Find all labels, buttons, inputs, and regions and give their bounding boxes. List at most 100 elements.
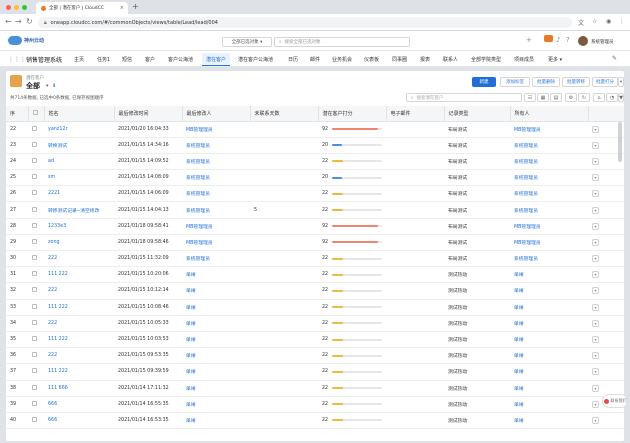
lead-name-link[interactable]: 222 — [44, 282, 114, 300]
modified-by-link[interactable]: 单靖 — [182, 266, 250, 284]
owner-link[interactable]: 系统管理员 — [510, 153, 588, 171]
notification-badge-icon[interactable] — [544, 35, 553, 42]
column-header-email[interactable]: 电子邮件 — [386, 106, 445, 122]
table-row[interactable]: 32 222 2021/01/15 10:12:14 单靖 22 测试热动 单靖 ▾ — [6, 282, 624, 300]
owner-link[interactable]: 系统管理员 — [510, 250, 588, 268]
row-checkbox[interactable] — [32, 352, 37, 358]
nav-item-lead[interactable]: 潜在客户 — [202, 53, 231, 66]
browser-tab[interactable]: 全部 | 潜在客户 | CloudCC × — [36, 2, 128, 14]
column-header-record-type[interactable]: 记录类型 — [444, 106, 511, 122]
modified-by-link[interactable]: 单靖 — [182, 347, 250, 365]
lead-name-link[interactable]: yanz12r — [44, 121, 114, 138]
column-header-modified-by[interactable]: 最后修改人 — [182, 106, 251, 122]
lead-name-link[interactable]: 1233e3 — [44, 218, 114, 235]
browser-menu-icon[interactable]: ⋮ — [619, 18, 625, 25]
row-checkbox[interactable] — [32, 174, 37, 180]
row-action-dropdown-icon[interactable]: ▾ — [592, 384, 599, 392]
help-icon[interactable]: ? — [566, 36, 570, 44]
bookmark-star-icon[interactable]: ☆ — [592, 18, 597, 25]
owner-link[interactable]: 系统管理员 — [510, 169, 588, 187]
batch-score-button[interactable]: 批量打分 — [592, 77, 618, 87]
table-row[interactable]: 30 222 2021/01/15 11:32:09 系统管理员 22 布局测试 系统管理员… — [6, 250, 624, 268]
lead-name-link[interactable]: 111 222 — [44, 299, 114, 316]
row-action-dropdown-icon[interactable]: ▾ — [592, 190, 599, 198]
row-checkbox[interactable] — [32, 336, 37, 342]
column-header-select[interactable] — [28, 106, 45, 122]
row-select[interactable] — [28, 347, 44, 365]
column-header-days[interactable]: 未联系天数 — [250, 106, 319, 122]
row-action-dropdown-icon[interactable]: ▾ — [592, 400, 599, 408]
owner-link[interactable]: 系统管理员 — [510, 137, 588, 154]
table-row[interactable]: 27 转移测试记录--清空修改 2021/01/15 14:04:13 系统管理员 5 2… — [6, 201, 624, 219]
table-row[interactable]: 31 111 222 2021/01/15 10:20:06 单靖 22 测试热动 单靖 ▾ — [6, 266, 624, 284]
table-row[interactable]: 37 111 222 2021/01/15 09:39:59 单靖 22 测试热动 单靖 ▾ — [6, 363, 624, 381]
row-action-dropdown-icon[interactable]: ▾ — [592, 206, 599, 214]
row-select[interactable] — [28, 380, 44, 397]
row-action-dropdown-icon[interactable]: ▾ — [592, 319, 599, 327]
select-all-checkbox[interactable] — [32, 109, 38, 115]
modified-by-link[interactable]: 单靖 — [182, 363, 250, 381]
column-header-score[interactable]: 潜在客户打分 — [318, 106, 387, 122]
row-select[interactable] — [28, 299, 44, 316]
nav-item-task[interactable]: 任务1 — [97, 56, 110, 63]
modified-by-link[interactable]: 单靖 — [182, 299, 250, 316]
list-search-input[interactable]: ⌕ 搜索潜在客户 — [406, 93, 522, 102]
table-row[interactable]: 38 111 666 2021/01/14 17:11:32 单靖 22 测试热动 单靖 ▾ — [6, 380, 624, 397]
modified-by-link[interactable]: 单靖 — [182, 331, 250, 349]
row-action-dropdown-icon[interactable]: ▾ — [592, 352, 599, 360]
global-search-input[interactable]: ⌕ 搜索全部已选对象 — [274, 37, 410, 47]
modified-by-link[interactable]: MB管理理员 — [182, 121, 250, 138]
nav-item-account-pool[interactable]: 客户公海池 — [168, 56, 193, 63]
tag-icon[interactable]: ⌂ — [593, 93, 605, 102]
table-row[interactable]: 35 111 222 2021/01/15 10:03:53 单靖 22 测试热动 单靖 ▾ — [6, 331, 624, 349]
table-row[interactable]: 39 666 2021/01/14 16:55:35 单靖 22 测试热动 单靖 ▾ — [6, 396, 624, 413]
pin-icon[interactable]: ⬇ — [52, 83, 56, 89]
app-name[interactable]: 销售管理系统 — [26, 55, 62, 64]
row-action-dropdown-icon[interactable]: ▾ — [592, 125, 599, 133]
row-action-dropdown-icon[interactable]: ▾ — [592, 174, 599, 182]
modified-by-link[interactable]: 系统管理员 — [182, 250, 250, 268]
new-button[interactable]: 新建 — [472, 77, 496, 87]
lead-name-link[interactable]: 222 — [44, 347, 114, 365]
back-icon[interactable]: ← — [5, 17, 12, 26]
global-object-select[interactable]: 全部已选对象 ▾ — [222, 37, 272, 47]
row-checkbox[interactable] — [32, 238, 37, 244]
table-row[interactable]: 25 sm 2021/01/15 14:08:09 系统管理员 20 布局测试 系统管理员 ▾ — [6, 169, 624, 187]
chart-icon[interactable]: ◔ — [606, 93, 618, 102]
more-actions-icon[interactable]: ▾ — [618, 77, 624, 87]
minimize-window-dot[interactable] — [14, 5, 19, 10]
modified-by-link[interactable]: 单靖 — [182, 282, 250, 300]
owner-link[interactable]: 单靖 — [510, 331, 588, 349]
user-name[interactable]: 系统管理员 — [591, 39, 614, 45]
nav-item-college-types[interactable]: 全部学院类型 — [471, 56, 501, 63]
modified-by-link[interactable]: MB管理理员 — [182, 234, 250, 252]
owner-link[interactable]: 单靖 — [510, 266, 588, 284]
row-action-dropdown-icon[interactable]: ▾ — [592, 157, 599, 165]
table-row[interactable]: 28 1233e3 2021/01/18 09:58:41 MB管理理员 92 布局测试 M… — [6, 218, 624, 235]
row-action-dropdown-icon[interactable]: ▾ — [592, 141, 599, 149]
row-checkbox[interactable] — [32, 400, 37, 406]
row-action-dropdown-icon[interactable]: ▾ — [592, 287, 599, 295]
avatar[interactable] — [578, 36, 588, 46]
row-checkbox[interactable] — [32, 384, 37, 390]
row-checkbox[interactable] — [32, 222, 37, 228]
lead-name-link[interactable]: 111 666 — [44, 380, 114, 397]
nav-item-home[interactable]: 主页 — [74, 56, 84, 63]
row-select[interactable] — [28, 137, 44, 154]
row-checkbox[interactable] — [32, 319, 37, 325]
modified-by-link[interactable]: 单靖 — [182, 380, 250, 397]
add-icon[interactable]: + — [526, 36, 532, 44]
modified-by-link[interactable]: 单靖 — [182, 412, 250, 430]
row-checkbox[interactable] — [32, 287, 37, 293]
table-row[interactable]: 22 yanz12r 2021/01/20 16:04:33 MB管理理员 92 布局测试… — [6, 121, 624, 138]
row-checkbox[interactable] — [32, 141, 37, 147]
tab-close-icon[interactable]: × — [120, 5, 124, 11]
nav-item-opportunity[interactable]: 业务机会 — [332, 56, 352, 63]
lead-name-link[interactable]: 111 222 — [44, 363, 114, 381]
modified-by-link[interactable]: 单靖 — [182, 315, 250, 332]
column-header-name[interactable]: 姓名 — [44, 106, 115, 122]
owner-link[interactable]: 单靖 — [510, 396, 588, 413]
row-checkbox[interactable] — [32, 206, 37, 212]
row-select[interactable] — [28, 201, 44, 219]
modified-by-link[interactable]: MB管理理员 — [182, 218, 250, 235]
